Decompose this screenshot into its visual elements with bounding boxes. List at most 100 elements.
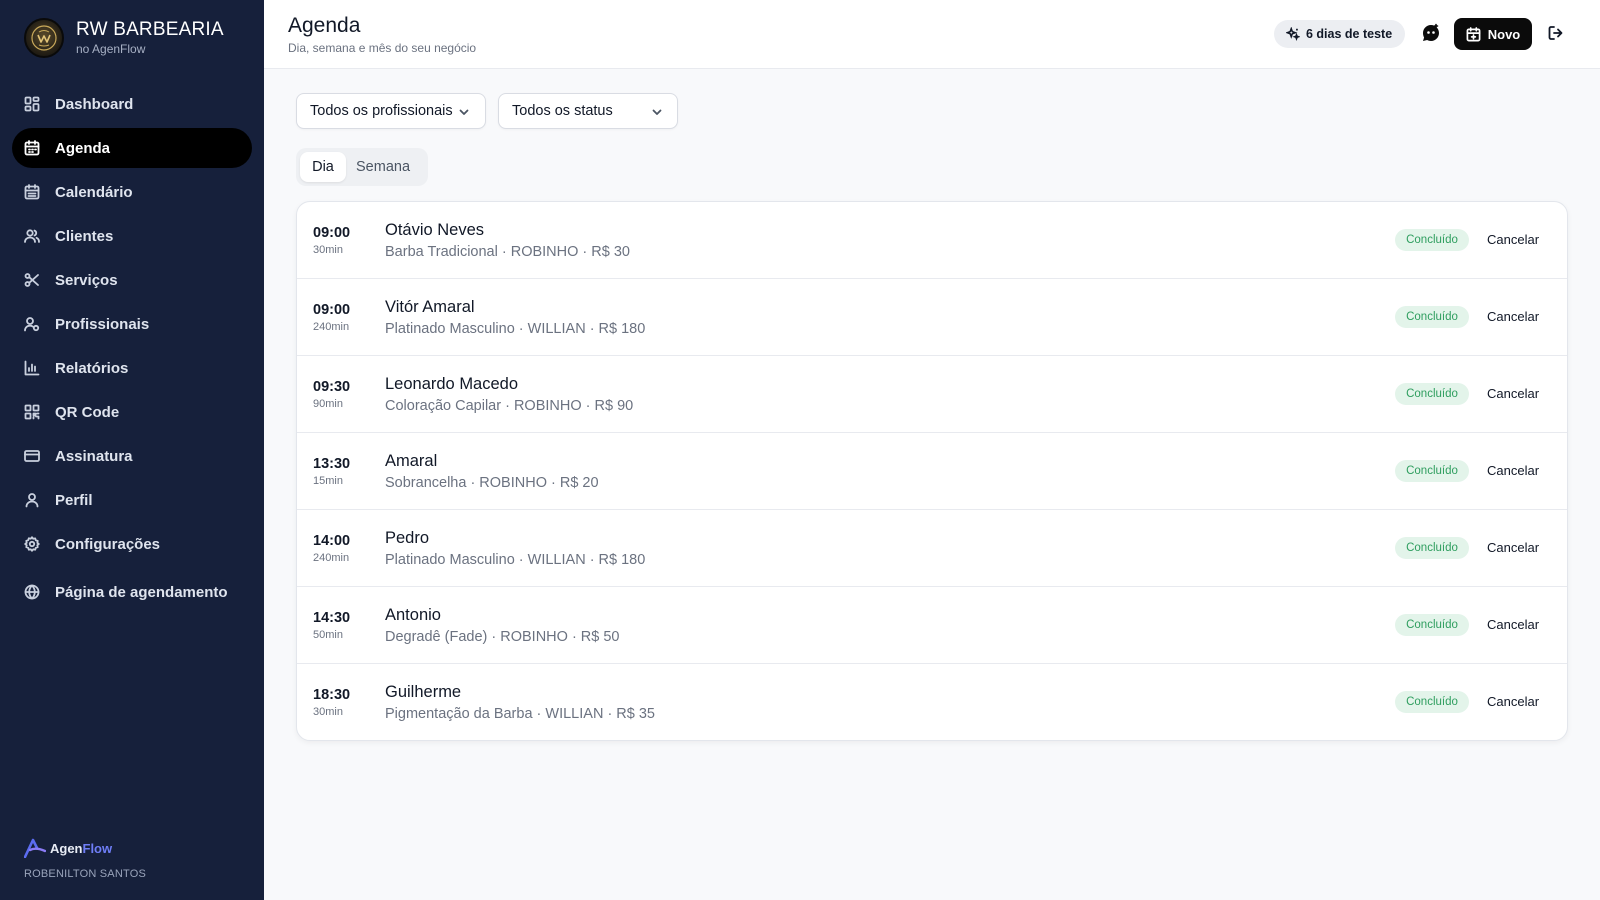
- status-filter-select[interactable]: Todos os status: [498, 93, 678, 129]
- status-badge: Concluído: [1395, 229, 1469, 251]
- sidebar-item-label: QR Code: [55, 403, 120, 421]
- cancel-button[interactable]: Cancelar: [1487, 309, 1539, 324]
- top-header: Agenda Dia, semana e mês do seu negócio …: [264, 0, 1600, 69]
- cancel-button[interactable]: Cancelar: [1487, 463, 1539, 478]
- sidebar-item-label: Página de agendamento: [55, 583, 228, 601]
- client-name: Antonio: [385, 606, 441, 624]
- sidebar-item-dashboard[interactable]: Dashboard: [12, 84, 252, 124]
- appointment-duration: 240min: [313, 321, 350, 333]
- tab-dia[interactable]: Dia: [300, 152, 346, 182]
- client-name: Vitór Amaral: [385, 298, 475, 316]
- chevron-down-icon: [651, 106, 663, 118]
- sidebar-item-perfil[interactable]: Perfil: [12, 480, 252, 520]
- appointment-details: Degradê (Fade) · ROBINHO · R$ 50: [385, 629, 620, 645]
- calendar-grid-icon: [24, 184, 40, 200]
- appointment-duration: 240min: [313, 552, 350, 564]
- appointment-row[interactable]: 14:00 240min Pedro Platinado Masculino ·…: [297, 510, 1567, 587]
- sidebar-item-pagina-agendamento[interactable]: Página de agendamento: [12, 572, 252, 612]
- professional-icon: [24, 316, 40, 332]
- cancel-button[interactable]: Cancelar: [1487, 386, 1539, 401]
- credit-card-icon: [24, 448, 40, 464]
- appointment-details: Platinado Masculino · WILLIAN · R$ 180: [385, 321, 646, 337]
- page-subtitle: Dia, semana e mês do seu negócio: [288, 41, 477, 55]
- cancel-button[interactable]: Cancelar: [1487, 694, 1539, 709]
- appointment-row[interactable]: 14:30 50min Antonio Degradê (Fade) · ROB…: [297, 587, 1567, 664]
- sidebar-item-calendario[interactable]: Calendário: [12, 172, 252, 212]
- scissors-icon: [24, 272, 40, 288]
- sidebar: RW BARBEARIA no AgenFlow Dashboard Agend…: [0, 0, 264, 900]
- sidebar-item-clientes[interactable]: Clientes: [12, 216, 252, 256]
- sparkles-icon: [1286, 27, 1300, 41]
- trial-label: 6 dias de teste: [1306, 27, 1393, 41]
- cancel-button[interactable]: Cancelar: [1487, 232, 1539, 247]
- agenflow-logo-text-2: Flow: [82, 840, 113, 856]
- appointment-details: Sobrancelha · ROBINHO · R$ 20: [385, 475, 599, 491]
- agenflow-logo: AgenFlow: [24, 838, 146, 858]
- brand-subtitle: no AgenFlow: [76, 42, 146, 56]
- sidebar-item-label: Serviços: [55, 271, 118, 289]
- professional-filter-select[interactable]: Todos os profissionais: [296, 93, 486, 129]
- status-filter-value: Todos os status: [512, 103, 613, 119]
- status-badge: Concluído: [1395, 460, 1469, 482]
- appointment-duration: 30min: [313, 706, 343, 718]
- appointment-row[interactable]: 13:30 15min Amaral Sobrancelha · ROBINHO…: [297, 433, 1567, 510]
- appointments-list: 09:00 30min Otávio Neves Barba Tradicion…: [296, 201, 1568, 741]
- cancel-button[interactable]: Cancelar: [1487, 540, 1539, 555]
- agenflow-logo-icon: [24, 838, 46, 858]
- client-name: Leonardo Macedo: [385, 375, 519, 393]
- sidebar-item-configuracoes[interactable]: Configurações: [12, 524, 252, 564]
- client-name: Otávio Neves: [385, 221, 485, 239]
- sidebar-item-servicos[interactable]: Serviços: [12, 260, 252, 300]
- appointment-time: 14:30: [313, 610, 351, 626]
- appointment-details: Barba Tradicional · ROBINHO · R$ 30: [385, 244, 630, 260]
- calendar-icon: [24, 140, 40, 156]
- appointment-duration: 15min: [313, 475, 343, 487]
- appointment-duration: 90min: [313, 398, 343, 410]
- tab-semana[interactable]: Semana: [346, 152, 420, 182]
- sidebar-item-label: Calendário: [55, 183, 133, 201]
- sidebar-item-agenda[interactable]: Agenda: [12, 128, 252, 168]
- appointment-details: Coloração Capilar · ROBINHO · R$ 90: [385, 398, 634, 414]
- client-name: Amaral: [385, 452, 438, 470]
- status-badge: Concluído: [1395, 306, 1469, 328]
- sidebar-item-label: Dashboard: [55, 95, 134, 113]
- cancel-button[interactable]: Cancelar: [1487, 617, 1539, 632]
- globe-icon: [24, 584, 40, 600]
- appointment-time: 09:30: [313, 379, 351, 395]
- appointment-row[interactable]: 09:30 90min Leonardo Macedo Coloração Ca…: [297, 356, 1567, 433]
- support-bot-icon[interactable]: [1419, 21, 1443, 45]
- brand-logo-icon: [24, 18, 64, 58]
- appointment-row[interactable]: 09:00 240min Vitór Amaral Platinado Masc…: [297, 279, 1567, 356]
- brand: RW BARBEARIA no AgenFlow: [24, 18, 224, 58]
- new-appointment-button[interactable]: Novo: [1454, 18, 1532, 50]
- bar-chart-icon: [24, 360, 40, 376]
- appointment-time: 09:00: [313, 225, 351, 241]
- client-name: Guilherme: [385, 683, 462, 701]
- appointment-row[interactable]: 18:30 30min Guilherme Pigmentação da Bar…: [297, 664, 1567, 740]
- sidebar-item-relatorios[interactable]: Relatórios: [12, 348, 252, 388]
- appointment-row[interactable]: 09:00 30min Otávio Neves Barba Tradicion…: [297, 202, 1567, 279]
- sidebar-item-assinatura[interactable]: Assinatura: [12, 436, 252, 476]
- sidebar-item-label: Clientes: [55, 227, 114, 245]
- users-icon: [24, 228, 40, 244]
- sidebar-item-label: Profissionais: [55, 315, 150, 333]
- appointment-time: 09:00: [313, 302, 351, 318]
- status-badge: Concluído: [1395, 383, 1469, 405]
- status-badge: Concluído: [1395, 614, 1469, 636]
- sidebar-item-qr-code[interactable]: QR Code: [12, 392, 252, 432]
- sidebar-item-label: Agenda: [55, 139, 111, 157]
- owner-name: ROBENILTON SANTOS: [24, 868, 146, 880]
- sidebar-item-profissionais[interactable]: Profissionais: [12, 304, 252, 344]
- trial-badge[interactable]: 6 dias de teste: [1274, 20, 1406, 48]
- chevron-down-icon: [458, 106, 470, 118]
- new-button-label: Novo: [1487, 26, 1521, 42]
- logout-icon[interactable]: [1547, 24, 1567, 44]
- sidebar-item-label: Relatórios: [55, 359, 129, 377]
- appointment-time: 14:00: [313, 533, 351, 549]
- sidebar-item-label: Assinatura: [55, 447, 133, 465]
- status-badge: Concluído: [1395, 537, 1469, 559]
- appointment-time: 13:30: [313, 456, 351, 472]
- sidebar-nav: Dashboard Agenda Calendário Clientes Ser…: [12, 84, 252, 616]
- appointment-time: 18:30: [313, 687, 351, 703]
- appointment-details: Pigmentação da Barba · WILLIAN · R$ 35: [385, 706, 655, 722]
